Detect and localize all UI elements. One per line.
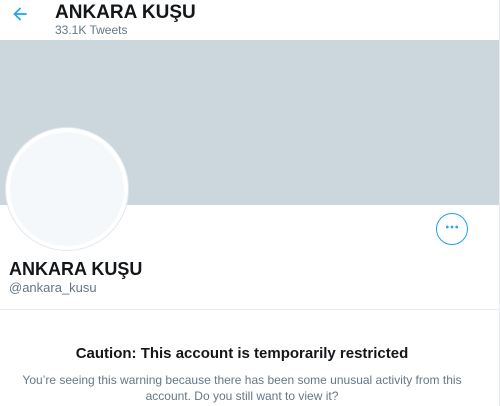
profile-header: ANKARA KUŞU 33.1K Tweets xyxy=(0,0,500,40)
warning-title: Caution: This account is temporarily res… xyxy=(75,345,409,362)
back-button[interactable] xyxy=(5,1,35,31)
profile-display-name: ANKARA KUŞU xyxy=(9,259,143,279)
divider xyxy=(0,309,499,310)
more-horizontal-icon xyxy=(444,219,460,240)
warning-message: You’re seeing this warning because there… xyxy=(22,373,462,403)
arrow-left-icon xyxy=(10,4,30,29)
profile-handle: @ankara_kusu xyxy=(9,280,97,295)
header-title: ANKARA KUŞU xyxy=(55,2,196,23)
profile-page: ANKARA KUŞU 33.1K Tweets ANKARA KUŞU @an… xyxy=(0,0,500,406)
avatar[interactable] xyxy=(6,128,128,250)
more-options-button[interactable] xyxy=(436,213,468,245)
tweet-count: 33.1K Tweets xyxy=(55,23,128,37)
